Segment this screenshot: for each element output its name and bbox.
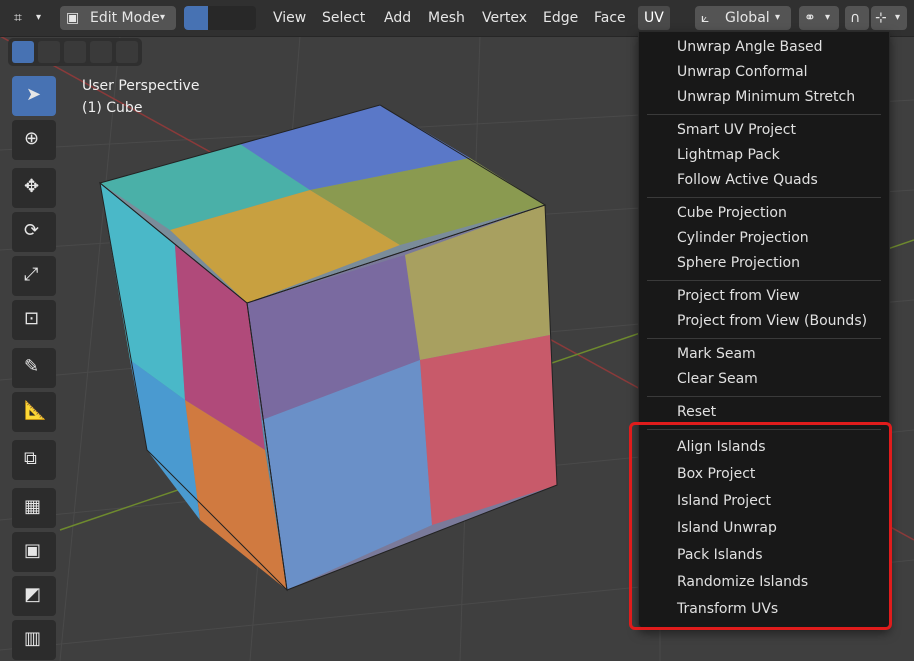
menu-item-project-from-view[interactable]: Project from View <box>677 288 800 304</box>
mode-select[interactable]: ▣ Edit Mode ▾ <box>60 6 176 30</box>
menu-select[interactable]: Select <box>316 6 371 30</box>
extrude-tool[interactable]: ▦ <box>12 488 56 528</box>
menu-separator <box>647 396 881 397</box>
menu-separator <box>647 197 881 198</box>
face-select-button[interactable] <box>232 6 256 30</box>
inset-tool[interactable]: ▣ <box>12 532 56 572</box>
move-tool[interactable]: ✥ <box>12 168 56 208</box>
chevron-down-icon: ▾ <box>775 12 781 23</box>
menu-item-lightmap-pack[interactable]: Lightmap Pack <box>677 147 780 163</box>
menu-item-cylinder-projection[interactable]: Cylinder Projection <box>677 230 809 246</box>
menu-face[interactable]: Face <box>588 6 632 30</box>
menu-item-sphere-projection[interactable]: Sphere Projection <box>677 255 800 271</box>
scale-tool[interactable]: ⤢ <box>12 256 56 296</box>
editor-type-button[interactable]: ⌗ ▾ <box>8 6 52 30</box>
pencil-icon: ✎ <box>24 356 40 377</box>
magnet-icon: ∩ <box>850 10 861 26</box>
snap-toggle[interactable]: ∩ <box>845 6 869 30</box>
menu-uv[interactable]: UV <box>638 6 670 30</box>
crosshair-icon: ⊕ <box>24 128 40 149</box>
orientation-icon: ⟀ <box>701 10 710 26</box>
bevel-tool[interactable]: ◩ <box>12 576 56 616</box>
edge-select-button[interactable] <box>208 6 232 30</box>
select-mode-group <box>8 38 142 66</box>
menu-item-unwrap-conformal[interactable]: Unwrap Conformal <box>677 64 808 80</box>
viewport-object-label: (1) Cube <box>82 100 143 116</box>
scale-icon: ⤢ <box>24 264 39 285</box>
transform-icon: ⊡ <box>24 308 40 329</box>
transform-tool[interactable]: ⊡ <box>12 300 56 340</box>
select-box-tool[interactable]: ➤ <box>12 76 56 116</box>
menu-vertex[interactable]: Vertex <box>476 6 533 30</box>
menu-item-unwrap-minimum-stretch[interactable]: Unwrap Minimum Stretch <box>677 89 855 105</box>
select-new-button[interactable] <box>12 41 34 63</box>
loop-cut-icon: ▥ <box>24 628 42 649</box>
bevel-icon: ◩ <box>24 584 42 605</box>
menu-separator <box>647 280 881 281</box>
chevron-down-icon: ▾ <box>825 12 831 23</box>
menu-item-follow-active-quads[interactable]: Follow Active Quads <box>677 172 818 188</box>
transform-orientation-select[interactable]: ⟀ Global ▾ <box>695 6 791 30</box>
viewport-perspective-label: User Perspective <box>82 78 200 94</box>
snap-grid-icon: ⊹ <box>875 10 887 26</box>
xray-toggle-group <box>184 6 256 30</box>
menu-item-smart-uv-project[interactable]: Smart UV Project <box>677 122 796 138</box>
pivot-point-select[interactable]: ⚭ ▾ <box>799 6 839 30</box>
cursor-tool[interactable]: ⊕ <box>12 120 56 160</box>
add-cube-icon: ⧉ <box>24 448 37 469</box>
editor-type-icon: ⌗ <box>14 10 22 26</box>
select-intersect-button[interactable] <box>116 41 138 63</box>
menu-item-unwrap-angle-based[interactable]: Unwrap Angle Based <box>677 39 823 55</box>
menu-item-mark-seam[interactable]: Mark Seam <box>677 346 756 362</box>
extrude-icon: ▦ <box>24 496 42 517</box>
rotate-tool[interactable]: ⟳ <box>12 212 56 252</box>
select-extend-button[interactable] <box>38 41 60 63</box>
chevron-down-icon: ▾ <box>36 12 42 23</box>
annotate-tool[interactable]: ✎ <box>12 348 56 388</box>
pivot-icon: ⚭ <box>804 10 816 26</box>
ruler-icon: 📐 <box>24 400 47 421</box>
chevron-down-icon: ▾ <box>160 12 166 23</box>
mode-select-label: Edit Mode <box>90 10 160 26</box>
loop-cut-tool[interactable]: ▥ <box>12 620 56 660</box>
add-cube-tool[interactable]: ⧉ <box>12 440 56 480</box>
menu-separator <box>647 114 881 115</box>
menu-item-cube-projection[interactable]: Cube Projection <box>677 205 787 221</box>
inset-icon: ▣ <box>24 540 42 561</box>
menu-item-project-from-view-bounds[interactable]: Project from View (Bounds) <box>677 313 867 329</box>
measure-tool[interactable]: 📐 <box>12 392 56 432</box>
menu-item-clear-seam[interactable]: Clear Seam <box>677 371 758 387</box>
transform-orientation-label: Global <box>725 10 770 26</box>
select-invert-button[interactable] <box>90 41 112 63</box>
snap-target-select[interactable]: ⊹ ▾ <box>871 6 907 30</box>
menu-item-reset[interactable]: Reset <box>677 404 716 420</box>
edit-mode-icon: ▣ <box>66 10 80 26</box>
menu-mesh[interactable]: Mesh <box>422 6 471 30</box>
cursor-arrow-icon: ➤ <box>26 84 42 105</box>
menu-add[interactable]: Add <box>378 6 417 30</box>
select-subtract-button[interactable] <box>64 41 86 63</box>
move-icon: ✥ <box>24 176 40 197</box>
menu-edge[interactable]: Edge <box>537 6 584 30</box>
rotate-icon: ⟳ <box>24 220 40 241</box>
highlight-annotation-box <box>629 422 892 630</box>
menu-separator <box>647 338 881 339</box>
vertex-select-button[interactable] <box>184 6 208 30</box>
chevron-down-icon: ▾ <box>895 12 901 23</box>
menu-view[interactable]: View <box>267 6 312 30</box>
